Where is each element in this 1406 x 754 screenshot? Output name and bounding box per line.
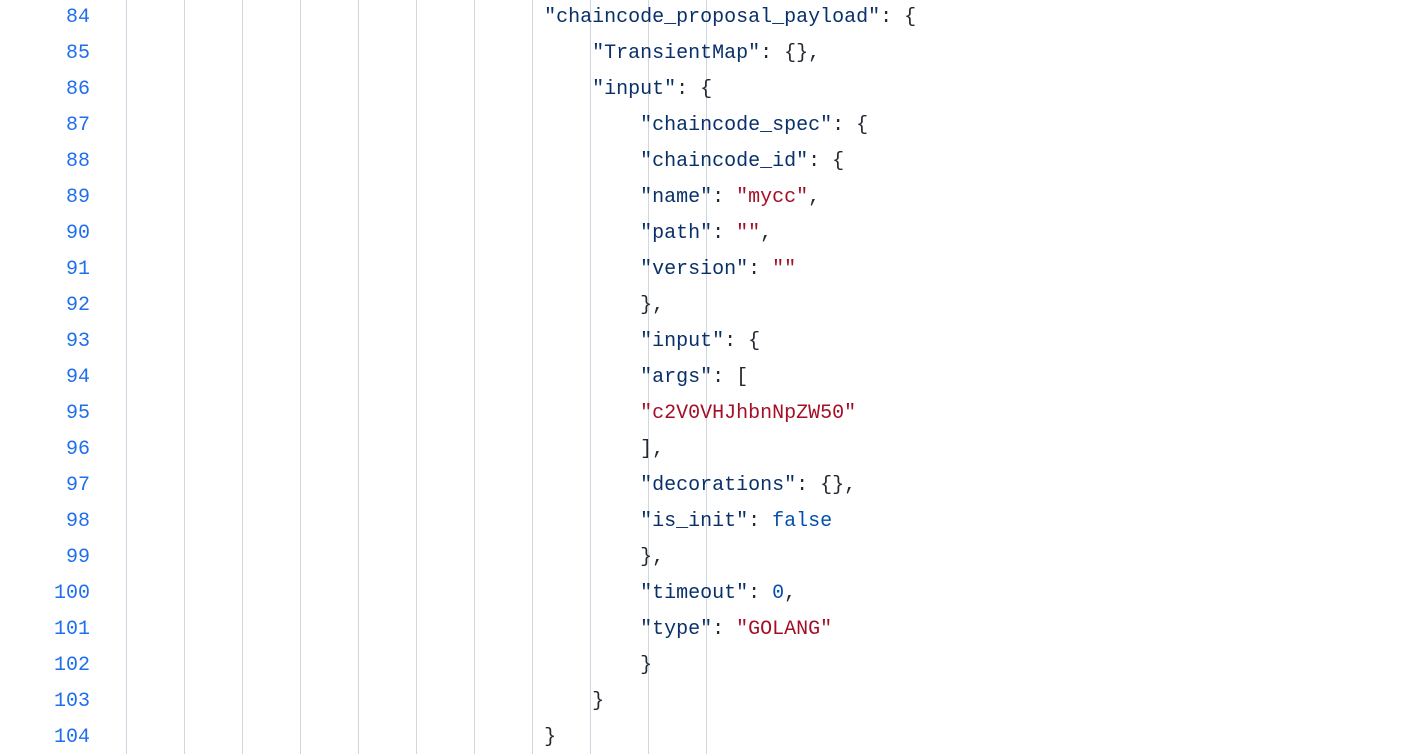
token-k: "input" <box>592 78 676 101</box>
token-p: , <box>808 186 820 209</box>
line-number: 84 <box>0 0 90 36</box>
token-p: : <box>748 258 772 281</box>
line-number: 97 <box>0 468 90 504</box>
token-s: "GOLANG" <box>736 618 832 641</box>
code-line: "is_init": false <box>112 504 1406 540</box>
line-number: 93 <box>0 324 90 360</box>
code-column: "chaincode_proposal_payload": { "Transie… <box>112 0 1406 754</box>
code-line: "chaincode_id": { <box>112 144 1406 180</box>
code-line: "version": "" <box>112 252 1406 288</box>
token-k: "args" <box>640 366 712 389</box>
token-p: : { <box>880 6 916 29</box>
token-k: "input" <box>640 330 724 353</box>
token-p: : {}, <box>796 474 856 497</box>
token-p: : <box>748 510 772 533</box>
line-number: 91 <box>0 252 90 288</box>
line-number: 95 <box>0 396 90 432</box>
token-k: "is_init" <box>640 510 748 533</box>
line-number: 104 <box>0 720 90 754</box>
token-p: } <box>544 726 556 749</box>
code-line: "input": { <box>112 324 1406 360</box>
line-number: 92 <box>0 288 90 324</box>
token-p: , <box>784 582 796 605</box>
code-line: } <box>112 684 1406 720</box>
line-number: 101 <box>0 612 90 648</box>
token-b: false <box>772 510 832 533</box>
token-p: ], <box>640 438 664 461</box>
token-p: : <box>712 186 736 209</box>
code-line: "chaincode_spec": { <box>112 108 1406 144</box>
line-number: 88 <box>0 144 90 180</box>
code-line: "path": "", <box>112 216 1406 252</box>
token-k: "version" <box>640 258 748 281</box>
token-p: : { <box>676 78 712 101</box>
code-line: "chaincode_proposal_payload": { <box>112 0 1406 36</box>
code-line: } <box>112 648 1406 684</box>
token-k: "decorations" <box>640 474 796 497</box>
token-p: }, <box>640 294 664 317</box>
line-number: 99 <box>0 540 90 576</box>
token-s: "" <box>736 222 760 245</box>
token-k: "chaincode_spec" <box>640 114 832 137</box>
token-k: "chaincode_id" <box>640 150 808 173</box>
line-number: 94 <box>0 360 90 396</box>
token-p: : { <box>832 114 868 137</box>
token-s: "mycc" <box>736 186 808 209</box>
code-line: "input": { <box>112 72 1406 108</box>
token-k: "path" <box>640 222 712 245</box>
token-p: } <box>640 654 652 677</box>
token-k: "TransientMap" <box>592 42 760 65</box>
line-number: 100 <box>0 576 90 612</box>
line-number: 89 <box>0 180 90 216</box>
line-number: 85 <box>0 36 90 72</box>
line-number: 96 <box>0 432 90 468</box>
token-p: : {}, <box>760 42 820 65</box>
token-p: : [ <box>712 366 748 389</box>
line-number: 103 <box>0 684 90 720</box>
token-p: : { <box>808 150 844 173</box>
code-line: "args": [ <box>112 360 1406 396</box>
code-content[interactable]: "chaincode_proposal_payload": { "Transie… <box>112 0 1406 754</box>
token-p: : { <box>724 330 760 353</box>
code-line: "type": "GOLANG" <box>112 612 1406 648</box>
line-number: 102 <box>0 648 90 684</box>
line-number: 87 <box>0 108 90 144</box>
token-p: } <box>592 690 604 713</box>
token-s: "c2V0VHJhbnNpZW50" <box>640 402 856 425</box>
code-line: } <box>112 720 1406 754</box>
token-p: , <box>760 222 772 245</box>
token-k: "type" <box>640 618 712 641</box>
code-line: "name": "mycc", <box>112 180 1406 216</box>
code-editor: 8485868788899091929394959697989910010110… <box>0 0 1406 754</box>
token-n: 0 <box>772 582 784 605</box>
token-p: }, <box>640 546 664 569</box>
token-p: : <box>712 222 736 245</box>
code-line: }, <box>112 288 1406 324</box>
line-number: 86 <box>0 72 90 108</box>
token-k: "name" <box>640 186 712 209</box>
code-line: "decorations": {}, <box>112 468 1406 504</box>
line-number: 98 <box>0 504 90 540</box>
token-k: "timeout" <box>640 582 748 605</box>
code-line: "TransientMap": {}, <box>112 36 1406 72</box>
code-line: "c2V0VHJhbnNpZW50" <box>112 396 1406 432</box>
code-line: "timeout": 0, <box>112 576 1406 612</box>
token-s: "" <box>772 258 796 281</box>
code-line: }, <box>112 540 1406 576</box>
token-p: : <box>748 582 772 605</box>
line-number-gutter: 8485868788899091929394959697989910010110… <box>0 0 112 754</box>
token-p: : <box>712 618 736 641</box>
line-number: 90 <box>0 216 90 252</box>
token-k: "chaincode_proposal_payload" <box>544 6 880 29</box>
code-line: ], <box>112 432 1406 468</box>
